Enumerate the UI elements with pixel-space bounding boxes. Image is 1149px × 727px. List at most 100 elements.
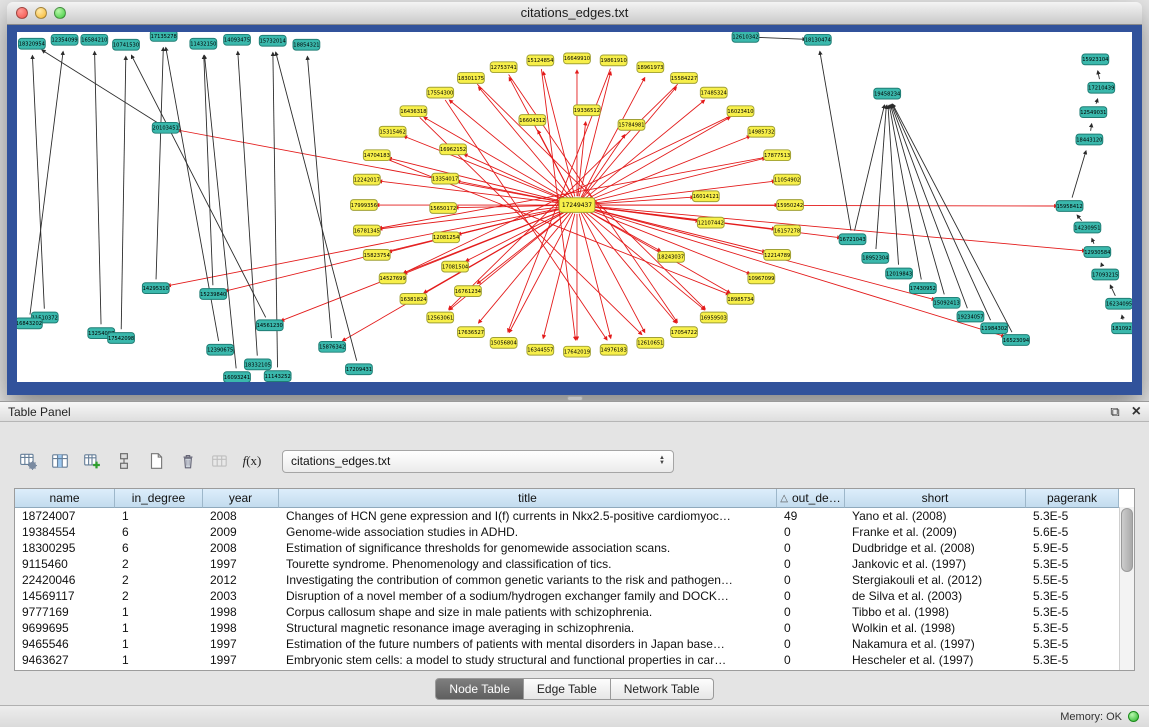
graph-node[interactable]: 17554300 bbox=[427, 87, 454, 98]
graph-node[interactable]: 16843202 bbox=[17, 318, 42, 329]
graph-node[interactable]: 14230951 bbox=[1074, 222, 1101, 233]
table-row[interactable]: 2242004622012Investigating the contribut… bbox=[15, 572, 1119, 588]
edit-columns-button[interactable] bbox=[78, 448, 106, 474]
graph-node[interactable]: 19458234 bbox=[874, 88, 901, 99]
graph-node[interactable]: 16523094 bbox=[1003, 335, 1030, 346]
graph-node[interactable]: 12214789 bbox=[764, 250, 791, 261]
column-header-in_degree[interactable]: in_degree bbox=[115, 489, 203, 508]
graph-node[interactable]: 12081254 bbox=[433, 232, 460, 243]
graph-node[interactable]: 14527699 bbox=[379, 273, 406, 284]
graph-node[interactable]: 10741530 bbox=[113, 39, 140, 50]
graph-node[interactable]: 17485324 bbox=[700, 87, 727, 98]
graph-node[interactable]: 16234095 bbox=[1106, 298, 1132, 309]
graph-node[interactable]: 14295310 bbox=[142, 283, 169, 294]
graph-node[interactable]: 17093215 bbox=[1092, 269, 1119, 280]
graph-node[interactable]: 11143252 bbox=[264, 371, 291, 382]
graph-node[interactable]: 12107442 bbox=[697, 217, 724, 228]
delete-table-button[interactable] bbox=[174, 448, 202, 474]
graph-node[interactable]: 14093475 bbox=[224, 34, 251, 45]
graph-node[interactable]: 15315462 bbox=[379, 126, 406, 137]
merge-rows-button[interactable] bbox=[110, 448, 138, 474]
column-header-pagerank[interactable]: pagerank bbox=[1026, 489, 1119, 508]
column-header-out_degree[interactable]: △out_de… bbox=[777, 489, 845, 508]
table-row[interactable]: 1830029562008Estimation of significance … bbox=[15, 540, 1119, 556]
graph-node[interactable]: 15876342 bbox=[319, 341, 346, 352]
graph-node[interactable]: 18952304 bbox=[862, 252, 889, 263]
scrollbar-thumb[interactable] bbox=[1121, 508, 1133, 572]
graph-node[interactable]: 18109234 bbox=[1112, 323, 1132, 334]
graph-node[interactable]: 15950242 bbox=[777, 200, 804, 211]
float-panel-icon[interactable]: ⧉ bbox=[1110, 405, 1119, 418]
graph-node[interactable]: 13354017 bbox=[432, 173, 459, 184]
graph-node[interactable]: 16157278 bbox=[774, 225, 801, 236]
graph-node[interactable]: 16962152 bbox=[440, 144, 467, 155]
graph-node[interactable]: 17081504 bbox=[442, 261, 469, 272]
column-header-title[interactable]: title bbox=[279, 489, 777, 508]
graph-node[interactable]: 16014121 bbox=[692, 191, 719, 202]
graph-node[interactable]: 15239840 bbox=[200, 289, 227, 300]
graph-node[interactable]: 12610651 bbox=[637, 338, 664, 349]
graph-node[interactable]: 20103451 bbox=[152, 122, 179, 133]
table-row[interactable]: 946362711997Embryonic stem cells: a mode… bbox=[15, 652, 1119, 668]
graph-node[interactable]: 16344557 bbox=[527, 344, 554, 355]
graph-node[interactable]: 18301175 bbox=[458, 73, 485, 84]
table-scrollbar[interactable] bbox=[1119, 507, 1134, 670]
graph-node[interactable]: 16093241 bbox=[224, 372, 251, 382]
graph-node[interactable]: 18985734 bbox=[727, 294, 754, 305]
graph-node[interactable]: 16381824 bbox=[400, 294, 427, 305]
network-canvas-svg[interactable]: 1724943715950242161572781221478910967099… bbox=[17, 32, 1132, 382]
graph-node[interactable]: 14985732 bbox=[748, 126, 775, 137]
graph-node[interactable]: 15823754 bbox=[363, 250, 390, 261]
table-selector[interactable]: citations_edges.txt ▲▼ bbox=[282, 450, 674, 473]
graph-node[interactable]: 16584210 bbox=[81, 34, 108, 45]
graph-node[interactable]: 18961973 bbox=[637, 62, 664, 73]
graph-node[interactable]: 12563061 bbox=[427, 312, 454, 323]
graph-node[interactable]: 18854321 bbox=[293, 39, 320, 50]
tab-edge-table[interactable]: Edge Table bbox=[524, 678, 611, 700]
graph-node[interactable]: 11432150 bbox=[190, 38, 217, 49]
table-row[interactable]: 911546021997Tourette syndrome. Phenomeno… bbox=[15, 556, 1119, 572]
table-row[interactable]: 977716911998Corpus callosum shape and si… bbox=[15, 604, 1119, 620]
graph-node[interactable]: 15732014 bbox=[259, 35, 286, 46]
table-row[interactable]: 1938455462009Genome-wide association stu… bbox=[15, 524, 1119, 540]
graph-node[interactable]: 17054722 bbox=[671, 327, 698, 338]
table-row[interactable]: 969969511998Structural magnetic resonanc… bbox=[15, 620, 1119, 636]
graph-node[interactable]: 18332105 bbox=[244, 359, 271, 370]
graph-node[interactable]: 16721043 bbox=[839, 234, 866, 245]
graph-node[interactable]: 17636527 bbox=[458, 327, 485, 338]
graph-node[interactable]: 15784981 bbox=[618, 120, 645, 131]
graph-node[interactable]: 11984302 bbox=[981, 323, 1008, 334]
tab-node-table[interactable]: Node Table bbox=[435, 678, 524, 700]
graph-node[interactable]: 15092413 bbox=[933, 297, 960, 308]
graph-node[interactable]: 17877513 bbox=[764, 150, 791, 161]
table-row[interactable]: 1872400712008Changes of HCN gene express… bbox=[15, 508, 1119, 524]
graph-node[interactable]: 15923104 bbox=[1082, 54, 1109, 65]
column-settings-button[interactable] bbox=[14, 448, 42, 474]
function-builder-button[interactable]: f(x) bbox=[238, 448, 266, 474]
graph-node[interactable]: 14976183 bbox=[600, 344, 627, 355]
graph-node[interactable]: 15056804 bbox=[490, 338, 517, 349]
graph-node[interactable]: 15958412 bbox=[1056, 201, 1083, 212]
graph-node[interactable]: 19336512 bbox=[574, 105, 601, 116]
graph-node[interactable]: 17430952 bbox=[909, 283, 936, 294]
close-panel-icon[interactable]: × bbox=[1132, 405, 1141, 418]
graph-node[interactable]: 16436318 bbox=[400, 106, 427, 117]
column-header-name[interactable]: name bbox=[15, 489, 115, 508]
graph-node[interactable]: 15584227 bbox=[671, 73, 698, 84]
graph-node[interactable]: 12549031 bbox=[1080, 107, 1107, 118]
graph-node[interactable]: 12930584 bbox=[1084, 247, 1111, 258]
graph-node[interactable]: 12019843 bbox=[886, 268, 913, 279]
select-columns-button[interactable] bbox=[46, 448, 74, 474]
graph-node[interactable]: 15650172 bbox=[430, 203, 457, 214]
graph-node[interactable]: 12610342 bbox=[732, 32, 759, 42]
graph-node[interactable]: 18243037 bbox=[658, 251, 685, 262]
graph-node[interactable]: 17542098 bbox=[108, 333, 135, 344]
graph-node[interactable]: 12753741 bbox=[490, 62, 517, 73]
table-row[interactable]: 1456911722003Disruption of a novel membe… bbox=[15, 588, 1119, 604]
graph-node[interactable]: 16023410 bbox=[727, 106, 754, 117]
column-header-year[interactable]: year bbox=[203, 489, 279, 508]
graph-node[interactable]: 16761234 bbox=[455, 286, 482, 297]
graph-node[interactable]: 17999356 bbox=[351, 200, 378, 211]
graph-node[interactable]: 16604312 bbox=[519, 115, 546, 126]
graph-node[interactable]: 12390675 bbox=[207, 344, 234, 355]
